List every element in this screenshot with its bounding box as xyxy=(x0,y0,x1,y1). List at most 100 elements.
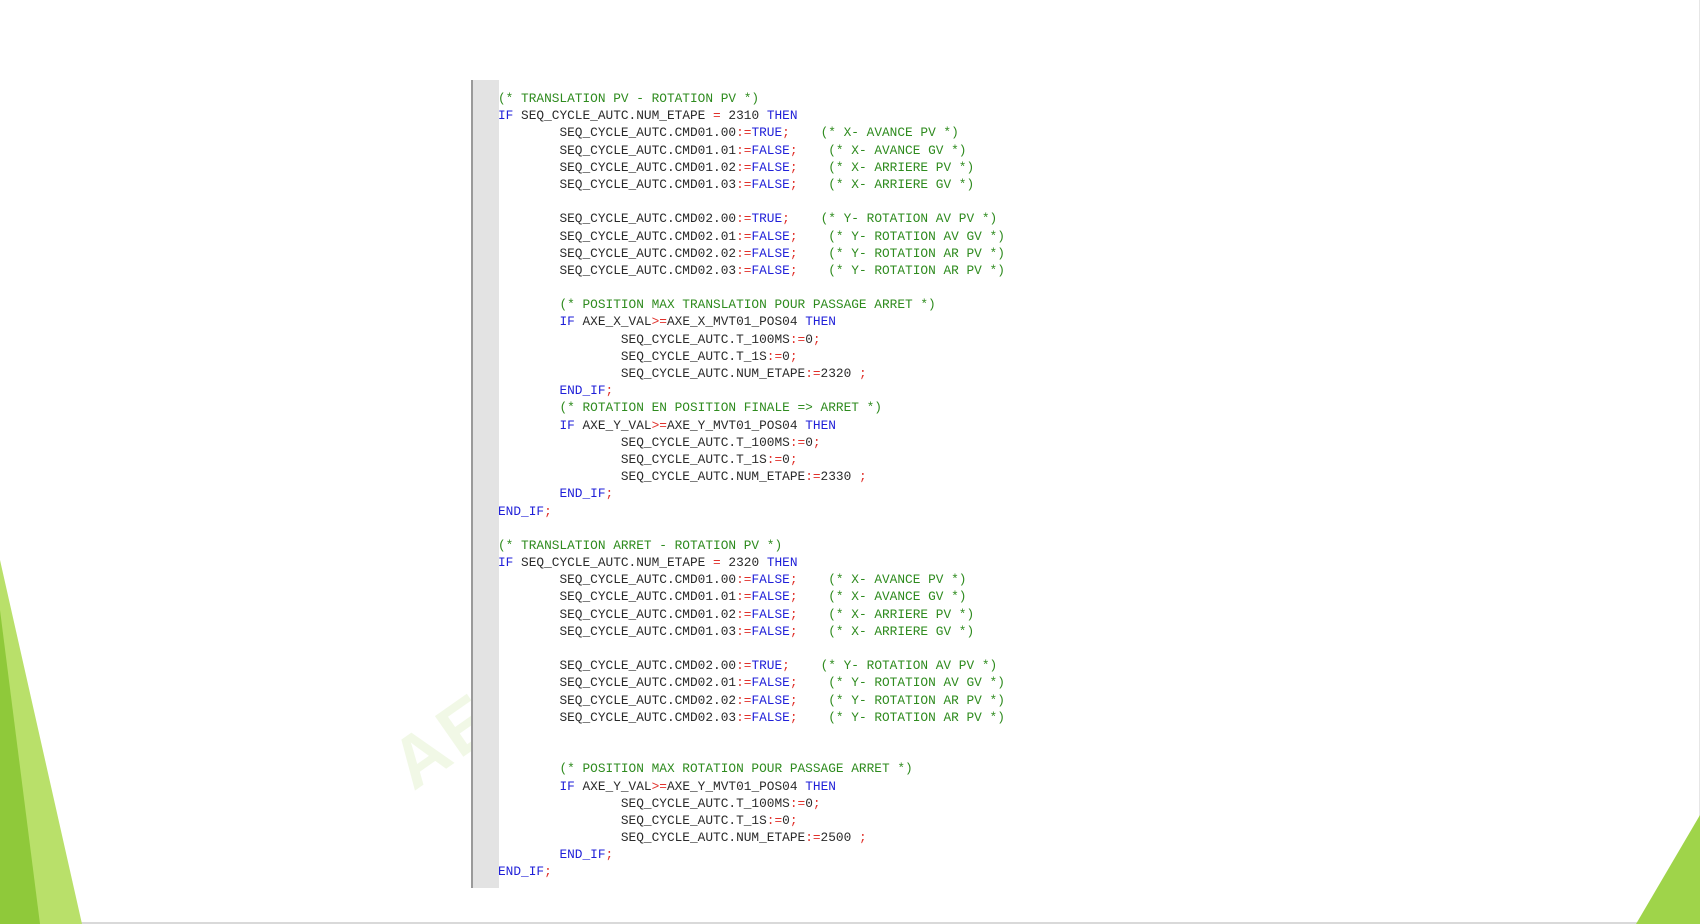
code-token-cm: (* X- ARRIERE GV *) xyxy=(828,623,975,639)
code-token-cm: (* Y- ROTATION AR PV *) xyxy=(828,245,1005,261)
code-line: IF SEQ_CYCLE_AUTC.NUM_ETAPE = 2320 THEN xyxy=(498,554,1005,571)
code-line: SEQ_CYCLE_AUTC.T_100MS:=0; xyxy=(498,434,1005,451)
code-token-ws xyxy=(705,108,713,123)
code-token-id: SEQ_CYCLE_AUTC.CMD01.03 xyxy=(559,176,737,192)
code-token-ws xyxy=(498,589,559,604)
code-token-ws xyxy=(705,555,713,570)
code-token-pun: ; xyxy=(782,211,790,227)
code-token-ws xyxy=(498,314,559,329)
code-token-ws xyxy=(498,125,559,140)
code-token-cm: (* X- ARRIERE GV *) xyxy=(828,176,975,192)
code-token-bool: FALSE xyxy=(751,142,790,158)
code-line: SEQ_CYCLE_AUTC.CMD02.00:=TRUE; (* Y- ROT… xyxy=(498,210,1005,227)
code-token-num: 2320 xyxy=(820,366,852,381)
code-token-pun: ; xyxy=(789,589,798,605)
code-line: (* TRANSLATION PV - ROTATION PV *) xyxy=(498,90,1005,107)
code-token-ws xyxy=(798,589,829,604)
code-token-id: AXE_Y_MVT01_POS04 xyxy=(666,417,798,433)
code-token-pun: ; xyxy=(605,847,614,863)
code-token-pun: ; xyxy=(605,486,614,502)
code-token-id: SEQ_CYCLE_AUTC.CMD01.02 xyxy=(559,606,737,622)
code-token-cm: (* TRANSLATION ARRET - ROTATION PV *) xyxy=(498,537,783,553)
code-token-kw: END_IF xyxy=(559,383,606,399)
code-token-pun: ; xyxy=(544,864,552,880)
code-token-num: 2310 xyxy=(728,108,760,124)
code-token-cm: (* Y- ROTATION AV GV *) xyxy=(828,228,1005,244)
code-token-op: := xyxy=(789,331,806,347)
code-token-cm: (* POSITION MAX ROTATION POUR PASSAGE AR… xyxy=(559,761,913,777)
code-token-pun: ; xyxy=(544,503,552,519)
code-line: SEQ_CYCLE_AUTC.NUM_ETAPE:=2320 ; xyxy=(498,365,1005,382)
code-token-kw: THEN xyxy=(805,417,836,433)
code-editor[interactable]: (* TRANSLATION PV - ROTATION PV *) IF SEQ… xyxy=(471,80,1111,888)
code-token-ws xyxy=(498,452,621,467)
code-token-ws xyxy=(798,263,829,278)
code-token-id: SEQ_CYCLE_AUTC.T_1S xyxy=(620,348,767,364)
code-token-ws xyxy=(513,555,521,570)
code-token-num: 0 xyxy=(805,434,813,450)
code-token-cm: (* X- AVANCE PV *) xyxy=(828,572,967,588)
code-token-pun: ; xyxy=(789,692,798,708)
code-token-pun: ; xyxy=(789,623,798,639)
code-token-pun: ; xyxy=(782,658,790,674)
code-token-id: SEQ_CYCLE_AUTC.T_100MS xyxy=(620,331,790,347)
code-token-op: >= xyxy=(651,314,667,330)
code-line: SEQ_CYCLE_AUTC.CMD01.00:=FALSE; (* X- AV… xyxy=(498,571,1005,588)
code-token-kw: IF xyxy=(559,778,575,794)
code-line: SEQ_CYCLE_AUTC.T_1S:=0; xyxy=(498,348,1005,365)
code-token-pun: ; xyxy=(782,125,790,141)
code-token-ws xyxy=(759,108,767,123)
code-token-cm: (* X- ARRIERE PV *) xyxy=(828,159,975,175)
code-token-pun: ; xyxy=(812,434,821,450)
code-token-ws xyxy=(498,607,559,622)
code-token-ws xyxy=(498,710,559,725)
code-line: SEQ_CYCLE_AUTC.CMD02.03:=FALSE; (* Y- RO… xyxy=(498,709,1004,726)
code-token-op: := xyxy=(766,451,783,467)
code-token-op: := xyxy=(736,675,752,691)
code-token-id: SEQ_CYCLE_AUTC.CMD01.00 xyxy=(559,125,737,141)
code-token-op: := xyxy=(736,159,752,175)
code-token-bool: FALSE xyxy=(751,589,790,605)
code-token-id: SEQ_CYCLE_AUTC.NUM_ETAPE xyxy=(620,830,806,846)
code-token-bool: FALSE xyxy=(751,245,790,261)
code-token-ws xyxy=(498,160,559,175)
code-token-pun: ; xyxy=(789,245,798,261)
code-token-bool: TRUE xyxy=(751,211,783,227)
code-token-kw: END_IF xyxy=(559,847,606,863)
code-line: (* TRANSLATION ARRET - ROTATION PV *) xyxy=(498,537,1005,554)
code-token-id: SEQ_CYCLE_AUTC.T_1S xyxy=(620,451,767,467)
code-token-pun: ; xyxy=(789,159,798,175)
code-token-op: := xyxy=(736,572,752,588)
code-line: SEQ_CYCLE_AUTC.CMD01.01:=FALSE; (* X- AV… xyxy=(498,142,1005,159)
code-line: SEQ_CYCLE_AUTC.CMD02.01:=FALSE; (* Y- RO… xyxy=(498,674,1004,691)
code-token-kw: THEN xyxy=(766,555,798,571)
code-token-id: SEQ_CYCLE_AUTC.NUM_ETAPE xyxy=(620,366,806,381)
code-token-ws xyxy=(798,693,829,708)
code-token-ws xyxy=(798,675,829,690)
code-token-op: := xyxy=(736,623,752,639)
code-token-ws xyxy=(851,469,859,484)
code-token-ws xyxy=(790,125,821,140)
code-token-ws xyxy=(798,143,829,158)
code-token-ws xyxy=(498,624,559,639)
code-line: SEQ_CYCLE_AUTC.CMD01.03:=FALSE; (* X- AR… xyxy=(498,176,1005,193)
code-token-pun: ; xyxy=(858,366,867,381)
code-token-op: = xyxy=(713,108,721,124)
code-line: SEQ_CYCLE_AUTC.CMD02.01:=FALSE; (* Y- RO… xyxy=(498,228,1005,245)
code-line: SEQ_CYCLE_AUTC.T_1S:=0; xyxy=(498,451,1005,468)
code-token-op: >= xyxy=(651,417,667,433)
code-token-op: := xyxy=(736,211,752,227)
code-token-bool: FALSE xyxy=(751,709,790,725)
code-token-bool: FALSE xyxy=(751,692,790,708)
code-token-ws xyxy=(498,796,621,811)
code-token-pun: ; xyxy=(789,348,798,364)
code-token-kw: IF xyxy=(559,417,575,433)
code-token-ws xyxy=(798,160,829,175)
code-token-ws xyxy=(498,761,559,776)
code-token-op: := xyxy=(766,812,783,828)
code-token-op: := xyxy=(789,795,806,811)
code-token-pun: ; xyxy=(812,795,821,811)
code-token-ws xyxy=(498,177,559,192)
code-line: SEQ_CYCLE_AUTC.CMD01.03:=FALSE; (* X- AR… xyxy=(498,623,1005,640)
